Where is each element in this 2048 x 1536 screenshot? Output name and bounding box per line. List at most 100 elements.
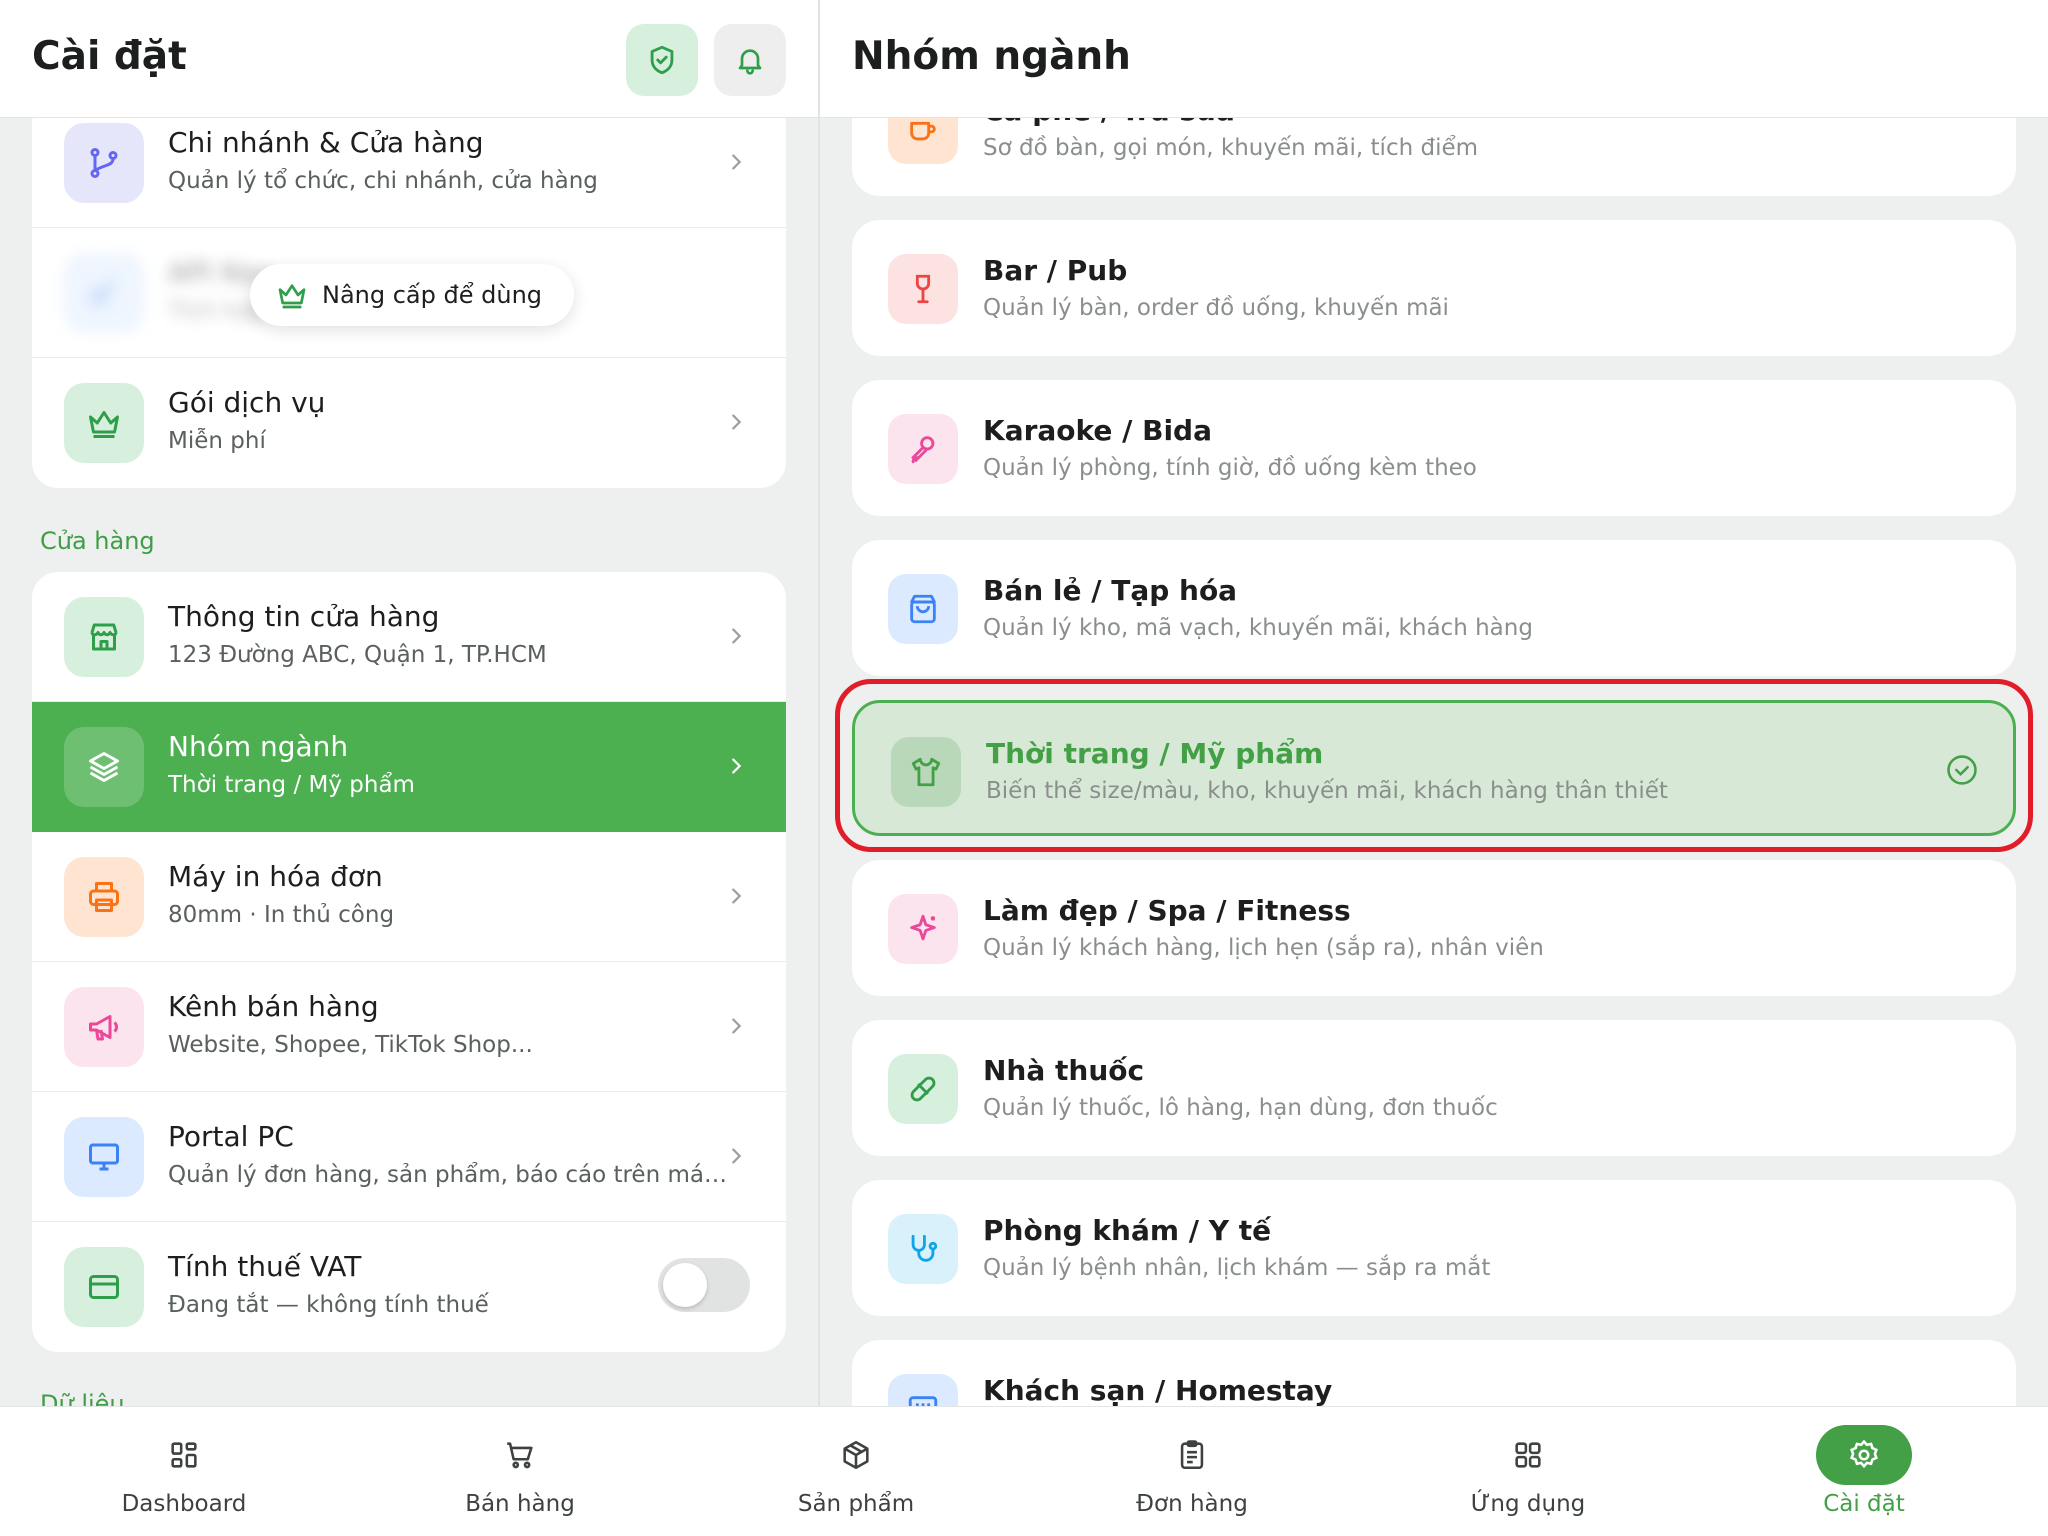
section-label-data: Dữ liệu — [40, 1390, 125, 1406]
industry-title: Nhà thuốc — [983, 1054, 1145, 1087]
industry-item-karaoke[interactable]: Karaoke / Bida Quản lý phòng, tính giờ, … — [852, 380, 2016, 516]
industry-title: Thời trang / Mỹ phẩm — [986, 737, 1324, 770]
row-title: Máy in hóa đơn — [168, 860, 383, 893]
nav-label: Bán hàng — [465, 1491, 575, 1517]
crown-icon — [278, 284, 306, 309]
industry-subtitle: Sơ đồ bàn, gọi món, khuyến mãi, tích điể… — [983, 135, 1479, 161]
vat-toggle[interactable] — [658, 1258, 750, 1312]
industry-item-retail[interactable]: Bán lẻ / Tạp hóa Quản lý kho, mã vạch, k… — [852, 540, 2016, 676]
upgrade-label: Nâng cấp để dùng — [322, 281, 543, 309]
industry-subtitle: Quản lý thuốc, lô hàng, hạn dùng, đơn th… — [983, 1095, 1498, 1121]
branch-icon — [64, 123, 144, 203]
microphone-icon — [888, 414, 958, 484]
wine-glass-icon — [888, 254, 958, 324]
box-icon — [808, 1425, 904, 1485]
nav-dashboard[interactable]: Dashboard — [64, 1407, 304, 1536]
stethoscope-icon — [888, 1214, 958, 1284]
monitor-icon — [64, 1117, 144, 1197]
notifications-button[interactable] — [714, 24, 786, 96]
nav-label: Sản phẩm — [797, 1491, 915, 1517]
settings-row-portal-pc[interactable]: Portal PC Quản lý đơn hàng, sản phẩm, bá… — [32, 1092, 786, 1222]
chevron-right-icon — [720, 1140, 752, 1172]
settings-row-vat: Tính thuế VAT Đang tắt — không tính thuế — [32, 1222, 786, 1352]
industry-title: Karaoke / Bida — [983, 414, 1212, 447]
industry-item-fashion[interactable]: Thời trang / Mỹ phẩm Biến thể size/màu, … — [852, 700, 2016, 836]
store-card: Thông tin cửa hàng 123 Đường ABC, Quận 1… — [32, 572, 786, 1352]
row-subtitle: Đang tắt — không tính thuế — [168, 1292, 489, 1318]
clipboard-icon — [1144, 1425, 1240, 1485]
bottom-navigation: Dashboard Bán hàng Sản phẩm Đơn hàng Ứng… — [0, 1406, 2048, 1536]
page-title: Nhóm ngành — [852, 34, 1131, 79]
industry-title: Khách sạn / Homestay — [983, 1374, 1333, 1406]
industry-item-hotel[interactable]: Khách sạn / Homestay — [852, 1340, 2016, 1406]
row-title: Kênh bán hàng — [168, 990, 379, 1023]
industry-title: Bar / Pub — [983, 254, 1128, 287]
industry-subtitle: Quản lý khách hàng, lịch hẹn (sắp ra), n… — [983, 935, 1544, 961]
chevron-right-icon — [720, 880, 752, 912]
key-icon — [64, 253, 144, 333]
nav-settings[interactable]: Cài đặt — [1744, 1407, 1984, 1536]
row-subtitle: 123 Đường ABC, Quận 1, TP.HCM — [168, 642, 547, 668]
row-subtitle: Quản lý đơn hàng, sản phẩm, báo cáo trên… — [168, 1162, 728, 1188]
industry-subtitle: Quản lý kho, mã vạch, khuyến mãi, khách … — [983, 615, 1533, 641]
settings-row-store-info[interactable]: Thông tin cửa hàng 123 Đường ABC, Quận 1… — [32, 572, 786, 702]
layers-icon — [64, 727, 144, 807]
chevron-right-icon — [720, 620, 752, 652]
row-subtitle: Miễn phí — [168, 428, 266, 454]
settings-pane: Cài đặt Chi nhánh & Cửa hàng Quản lý tổ … — [0, 0, 818, 1406]
row-title: Gói dịch vụ — [168, 386, 326, 419]
settings-row-printer[interactable]: Máy in hóa đơn 80mm · In thủ công — [32, 832, 786, 962]
printer-icon — [64, 857, 144, 937]
security-button[interactable] — [626, 24, 698, 96]
chevron-right-icon — [720, 1010, 752, 1042]
cart-icon — [472, 1425, 568, 1485]
settings-row-plan[interactable]: Gói dịch vụ Miễn phí — [32, 358, 786, 488]
industry-item-beauty[interactable]: Làm đẹp / Spa / Fitness Quản lý khách hà… — [852, 860, 2016, 996]
settings-row-industry[interactable]: Nhóm ngành Thời trang / Mỹ phẩm — [32, 702, 786, 832]
row-title: Thông tin cửa hàng — [168, 600, 440, 633]
industry-title: Làm đẹp / Spa / Fitness — [983, 894, 1351, 927]
section-label-store: Cửa hàng — [40, 527, 155, 555]
megaphone-icon — [64, 987, 144, 1067]
nav-label: Dashboard — [121, 1491, 247, 1517]
industry-title: Bán lẻ / Tạp hóa — [983, 574, 1238, 607]
nav-label: Cài đặt — [1823, 1491, 1905, 1517]
row-title: Portal PC — [168, 1120, 294, 1153]
shopping-bag-icon — [888, 574, 958, 644]
row-title: Chi nhánh & Cửa hàng — [168, 126, 484, 159]
settings-row-sales-channels[interactable]: Kênh bán hàng Website, Shopee, TikTok Sh… — [32, 962, 786, 1092]
apps-icon — [1480, 1425, 1576, 1485]
nav-label: Ứng dụng — [1470, 1491, 1586, 1517]
settings-header: Cài đặt — [0, 0, 818, 118]
row-subtitle: 80mm · In thủ công — [168, 902, 395, 928]
industry-item-pharmacy[interactable]: Nhà thuốc Quản lý thuốc, lô hàng, hạn dù… — [852, 1020, 2016, 1156]
industry-subtitle: Quản lý phòng, tính giờ, đồ uống kèm the… — [983, 455, 1477, 481]
industry-subtitle: Quản lý bệnh nhân, lịch khám — sắp ra mắ… — [983, 1255, 1491, 1281]
calendar-grid-icon — [888, 1374, 958, 1406]
chevron-right-icon — [720, 406, 752, 438]
nav-sales[interactable]: Bán hàng — [400, 1407, 640, 1536]
sparkles-icon — [888, 894, 958, 964]
nav-label: Đơn hàng — [1136, 1491, 1248, 1517]
industry-subtitle: Quản lý bàn, order đồ uống, khuyến mãi — [983, 295, 1449, 321]
row-subtitle: Quản lý tổ chức, chi nhánh, cửa hàng — [168, 168, 598, 194]
industry-pane: Nhóm ngành Cà phê / Trà sữa Sơ đồ bàn, g… — [820, 0, 2048, 1406]
nav-products[interactable]: Sản phẩm — [736, 1407, 976, 1536]
card-icon — [64, 1247, 144, 1327]
industry-item-bar[interactable]: Bar / Pub Quản lý bàn, order đồ uống, kh… — [852, 220, 2016, 356]
bell-icon — [738, 49, 762, 75]
nav-apps[interactable]: Ứng dụng — [1408, 1407, 1648, 1536]
check-circle-icon — [1947, 755, 1977, 785]
toggle-knob — [663, 1263, 707, 1307]
shield-check-icon — [650, 45, 674, 75]
row-subtitle: Website, Shopee, TikTok Shop... — [168, 1032, 533, 1058]
shirt-icon — [891, 737, 961, 807]
row-title: Nhóm ngành — [168, 730, 349, 763]
nav-orders[interactable]: Đơn hàng — [1072, 1407, 1312, 1536]
upgrade-button[interactable]: Nâng cấp để dùng — [250, 264, 575, 326]
industry-subtitle: Biến thể size/màu, kho, khuyến mãi, khác… — [986, 778, 1668, 804]
industry-item-clinic[interactable]: Phòng khám / Y tế Quản lý bệnh nhân, lịc… — [852, 1180, 2016, 1316]
chevron-right-icon — [720, 146, 752, 178]
row-subtitle: Thời trang / Mỹ phẩm — [168, 772, 415, 798]
industry-title: Phòng khám / Y tế — [983, 1214, 1272, 1247]
